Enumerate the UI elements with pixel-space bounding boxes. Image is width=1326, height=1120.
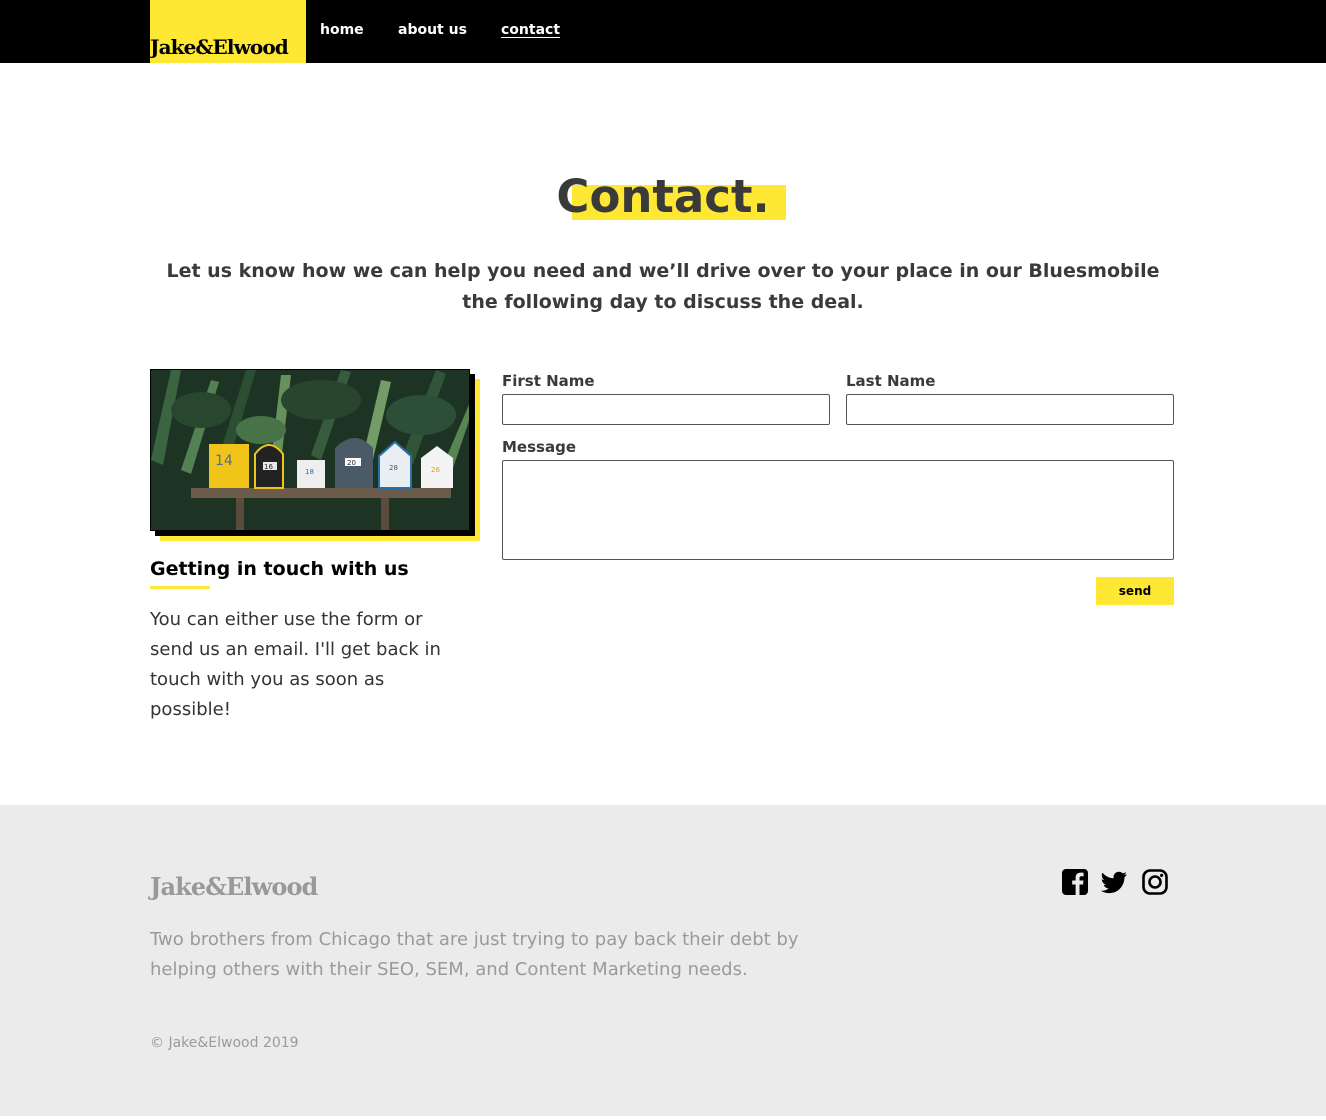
mailbox-number: 16	[264, 463, 273, 471]
send-button[interactable]: send	[1096, 577, 1174, 605]
footer-bottom-edge	[0, 1116, 1326, 1120]
last-name-label: Last Name	[846, 372, 936, 390]
logo[interactable]: Jake&Elwood	[150, 0, 306, 63]
last-name-input[interactable]	[846, 394, 1174, 425]
page-title-text: Contact.	[556, 170, 770, 223]
facebook-icon[interactable]	[1061, 868, 1089, 896]
side-text: You can either use the form or send us a…	[150, 609, 441, 720]
footer-copyright: © Jake&Elwood 2019	[150, 1035, 299, 1051]
hero-title-wrap: Contact.	[0, 170, 1326, 224]
intro-text: Let us know how we can help you need and…	[166, 260, 1160, 313]
first-name-input[interactable]	[502, 394, 830, 425]
instagram-icon[interactable]	[1141, 868, 1169, 896]
nav-contact[interactable]: contact	[501, 22, 560, 38]
mailbox-number: 20	[347, 459, 356, 467]
footer-description: Two brothers from Chicago that are just …	[150, 929, 799, 980]
mailbox-number: 18	[305, 468, 314, 476]
mailbox-number: 26	[431, 466, 440, 474]
top-navigation-bar: Jake&Elwood home about us contact	[0, 0, 1326, 63]
footer-logo[interactable]: Jake&Elwood	[150, 872, 318, 901]
page-title: Contact.	[556, 170, 786, 224]
side-heading: Getting in touch with us	[150, 558, 409, 580]
message-textarea[interactable]	[502, 460, 1174, 560]
side-heading-underline	[150, 586, 210, 589]
nav-about-us[interactable]: about us	[398, 22, 467, 38]
mailbox-number: 28	[389, 464, 398, 472]
first-name-label: First Name	[502, 372, 595, 390]
message-label: Message	[502, 438, 576, 456]
mailbox-image: 14 16 18 20 28 26	[150, 369, 470, 531]
logo-text: Jake&Elwood	[150, 35, 289, 59]
mailbox-number: 14	[215, 453, 233, 469]
mailbox-illustration: 14 16 18 20 28 26	[151, 370, 469, 530]
mailbox-image-wrap: 14 16 18 20 28 26	[150, 369, 480, 541]
twitter-icon[interactable]	[1100, 868, 1128, 896]
nav-home[interactable]: home	[320, 22, 364, 38]
